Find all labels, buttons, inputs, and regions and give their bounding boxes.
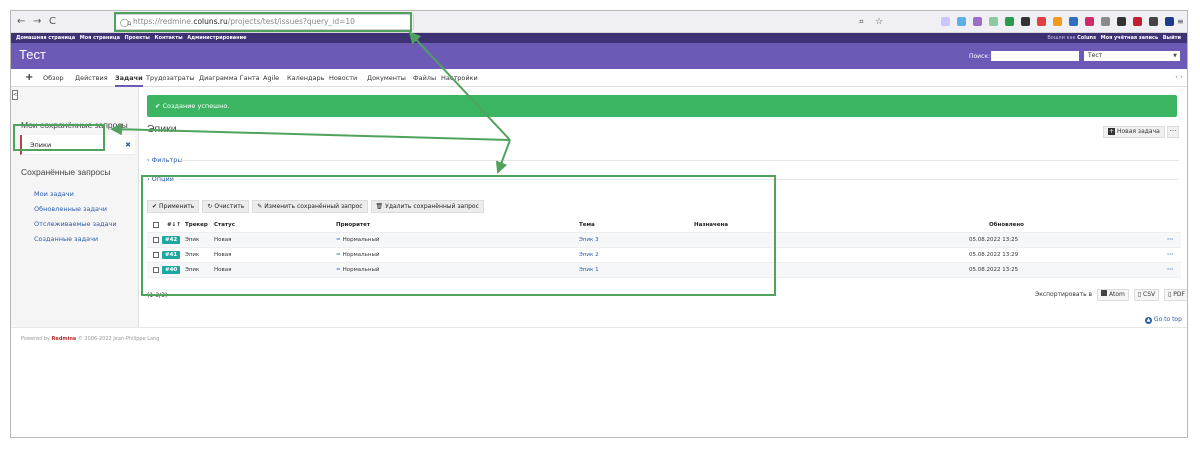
divider xyxy=(179,160,1179,161)
file-icon: ▯ xyxy=(1137,291,1142,298)
project-header: Тест Поиск: Тест ▼ xyxy=(11,43,1187,69)
export-atom-link[interactable]: Atom xyxy=(1097,289,1129,301)
redmine-link[interactable]: Redmine xyxy=(52,336,77,342)
logged-as-label: Вошли как xyxy=(1047,35,1076,41)
top-menu: Домашняя страница Моя страница Проекты К… xyxy=(11,33,1187,43)
query-link-watched[interactable]: Отслеживаемые задачи xyxy=(34,220,117,228)
top-menu-projects[interactable]: Проекты xyxy=(125,35,150,41)
download-icon[interactable] xyxy=(957,17,966,26)
top-menu-home[interactable]: Домашняя страница xyxy=(16,35,75,41)
tab-issues[interactable]: Задачи xyxy=(115,74,143,87)
footer-divider xyxy=(11,327,1187,328)
remove-query-icon[interactable]: ✖ xyxy=(125,135,131,155)
query-link-created[interactable]: Созданные задачи xyxy=(34,235,98,243)
translate-icon[interactable]: ⌗ xyxy=(859,15,864,29)
project-title: Тест xyxy=(19,47,46,62)
new-issue-button[interactable]: + Новая задача xyxy=(1103,126,1165,138)
sidebar: < Мои сохранённые запросы Эпики ✖ Сохран… xyxy=(11,87,139,327)
my-account-link[interactable]: Моя учётная запись xyxy=(1101,35,1159,41)
pocket-icon[interactable] xyxy=(941,17,950,26)
project-tabs: + Обзор Действия Задачи Трудозатраты Диа… xyxy=(11,69,1187,87)
tabs-scroll-arrows[interactable]: ‹ › xyxy=(1175,73,1183,81)
extension-icon[interactable] xyxy=(1021,17,1030,26)
extension-icon[interactable] xyxy=(989,17,998,26)
forward-icon[interactable]: → xyxy=(33,15,41,29)
plus-icon: + xyxy=(1108,128,1115,135)
extension-icon[interactable] xyxy=(1053,17,1062,26)
tab-gantt[interactable]: Диаграмма Ганта xyxy=(199,74,260,82)
tab-files[interactable]: Файлы xyxy=(413,74,436,82)
export-pdf-link[interactable]: ▯ PDF xyxy=(1164,289,1187,301)
tab-time-entries[interactable]: Трудозатраты xyxy=(146,74,195,82)
bookmark-star-icon[interactable]: ☆ xyxy=(875,15,883,29)
column-header-updated[interactable]: Обновлено xyxy=(989,218,1024,233)
chevron-down-icon: ▼ xyxy=(1173,53,1177,59)
row-context-menu-icon[interactable]: ··· xyxy=(1167,233,1173,248)
tab-activity[interactable]: Действия xyxy=(75,74,108,82)
search-label: Поиск: xyxy=(969,53,991,60)
extension-icon[interactable] xyxy=(1037,17,1046,26)
annotation-box-my-query xyxy=(13,124,105,151)
reload-icon[interactable]: C xyxy=(49,15,56,29)
extension-icon[interactable] xyxy=(1165,17,1174,26)
filters-label: Фильтры xyxy=(151,156,183,164)
annotation-box-results xyxy=(141,175,776,296)
project-jump-select[interactable]: Тест ▼ xyxy=(1084,51,1180,61)
tab-news[interactable]: Новости xyxy=(329,74,357,82)
top-menu-admin[interactable]: Администрирование xyxy=(187,35,246,41)
logout-link[interactable]: Выйти xyxy=(1163,35,1181,41)
export-bar: Экспортировать в Atom ▯ CSV ▯ PDF xyxy=(1035,289,1187,301)
extension-icon[interactable] xyxy=(1133,17,1142,26)
extension-icon[interactable] xyxy=(1069,17,1078,26)
back-icon[interactable]: ← xyxy=(17,15,25,29)
rss-icon xyxy=(1101,290,1107,296)
tab-settings[interactable]: Настройки xyxy=(441,74,478,82)
row-context-menu-icon[interactable]: ··· xyxy=(1167,248,1173,263)
query-link-my-issues[interactable]: Мои задачи xyxy=(34,190,74,198)
updated-cell: 05.08.2022 13:25 xyxy=(969,267,1019,273)
new-issue-label: Новая задача xyxy=(1117,128,1160,135)
updated-cell: 05.08.2022 13:29 xyxy=(969,252,1019,258)
top-menu-my-page[interactable]: Моя страница xyxy=(80,35,120,41)
arrow-up-icon: ▲ xyxy=(1145,317,1152,324)
project-select-value: Тест xyxy=(1088,52,1103,59)
go-to-top-link[interactable]: ▲ Go to top xyxy=(1145,316,1182,324)
search-input[interactable] xyxy=(991,51,1079,61)
tab-calendar[interactable]: Календарь xyxy=(287,74,324,82)
updated-cell: 05.08.2022 13:25 xyxy=(969,237,1019,243)
filters-toggle[interactable]: › Фильтры xyxy=(147,156,183,164)
collapse-sidebar-button[interactable]: < xyxy=(12,90,18,100)
menu-icon[interactable]: ≡ xyxy=(1177,15,1184,29)
extension-icon[interactable] xyxy=(1005,17,1014,26)
tab-documents[interactable]: Документы xyxy=(367,74,406,82)
row-context-menu-icon[interactable]: ··· xyxy=(1167,263,1173,278)
extension-icon[interactable] xyxy=(1085,17,1094,26)
saved-queries-heading: Сохранённые запросы xyxy=(21,167,111,177)
more-actions-button[interactable]: ··· xyxy=(1167,126,1179,138)
extension-icon[interactable] xyxy=(1117,17,1126,26)
extension-icon[interactable] xyxy=(1101,17,1110,26)
export-label: Экспортировать в xyxy=(1035,291,1093,298)
top-menu-links: Домашняя страница Моя страница Проекты К… xyxy=(16,33,250,43)
new-object-plus-icon[interactable]: + xyxy=(25,72,33,83)
export-csv-link[interactable]: ▯ CSV xyxy=(1133,289,1160,301)
account-menu: Вошли как Coluns Моя учётная запись Выйт… xyxy=(1047,33,1181,43)
file-icon: ▯ xyxy=(1168,291,1172,298)
extension-icon[interactable] xyxy=(1149,17,1158,26)
top-menu-contacts[interactable]: Контакты xyxy=(155,35,183,41)
flash-notice: ✔ Создание успешно. xyxy=(147,95,1177,117)
extension-icon[interactable] xyxy=(973,17,982,26)
user-link[interactable]: Coluns xyxy=(1077,35,1096,41)
query-link-updated[interactable]: Обновленные задачи xyxy=(34,205,107,213)
footer: Powered by Redmine © 2006-2022 Jean-Phil… xyxy=(21,336,160,342)
page-title: Эпики xyxy=(147,123,177,135)
tab-agile[interactable]: Agile xyxy=(263,74,279,82)
tab-overview[interactable]: Обзор xyxy=(43,74,64,82)
annotation-box-url xyxy=(114,12,412,32)
